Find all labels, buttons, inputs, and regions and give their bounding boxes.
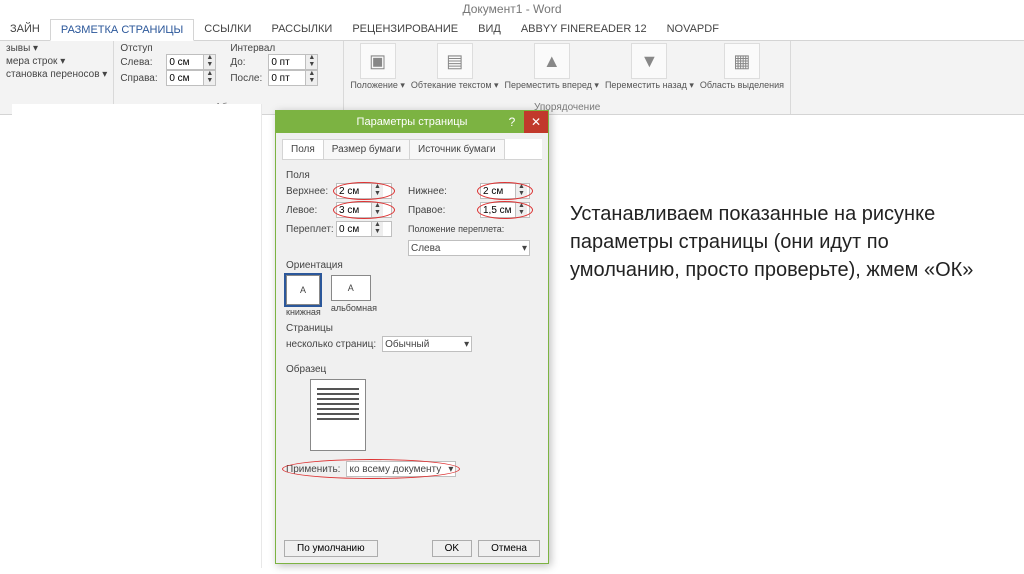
help-icon[interactable]: ? (500, 111, 524, 133)
gutter-input[interactable]: ▲▼ (336, 221, 392, 237)
spacing-after-label: После: (230, 73, 264, 84)
indent-left-label: Слева: (120, 57, 162, 68)
tab-page-layout[interactable]: РАЗМЕТКА СТРАНИЦЫ (50, 19, 194, 41)
default-button[interactable]: По умолчанию (284, 540, 378, 557)
page-setup-dialog: Параметры страницы ? ✕ Поля Размер бумаг… (275, 110, 549, 564)
left-margin-input[interactable]: ▲▼ (336, 202, 392, 218)
preview-icon (310, 379, 366, 451)
tab-abbyy[interactable]: ABBYY FineReader 12 (511, 19, 657, 39)
ribbon-tabs: ЗАЙН РАЗМЕТКА СТРАНИЦЫ ССЫЛКИ РАССЫЛКИ Р… (0, 18, 1024, 41)
dialog-tab-source[interactable]: Источник бумаги (409, 139, 505, 159)
top-margin-input[interactable]: ▲▼ (336, 183, 392, 199)
multipages-label: несколько страниц: (286, 339, 376, 350)
tab-novapdf[interactable]: novaPDF (657, 19, 729, 39)
dialog-tabs: Поля Размер бумаги Источник бумаги (282, 139, 542, 160)
dialog-title-bar: Параметры страницы ? ✕ (276, 111, 548, 133)
right-label: Правое: (408, 205, 478, 216)
line-numbers-menu[interactable]: мера строк ▾ (6, 56, 107, 67)
cancel-button[interactable]: Отмена (478, 540, 540, 557)
right-margin-input[interactable]: ▲▼ (480, 202, 530, 218)
apply-label: Применить: (286, 464, 340, 475)
indent-right-label: Справа: (120, 73, 162, 84)
hyphenation-menu[interactable]: становка переносов ▾ (6, 69, 107, 80)
position-button[interactable]: ▣Положение ▾ (350, 43, 405, 91)
indent-left-input[interactable]: ▲▼ (166, 54, 216, 70)
dialog-tab-margins[interactable]: Поля (282, 139, 324, 159)
tab-mailings[interactable]: РАССЫЛКИ (261, 19, 342, 39)
indent-right-input[interactable]: ▲▼ (166, 70, 216, 86)
multipages-select[interactable]: Обычный▾ (382, 336, 472, 352)
selection-pane-button[interactable]: ▦Область выделения (700, 43, 784, 90)
spacing-before-input[interactable]: ▲▼ (268, 54, 318, 70)
send-backward-button[interactable]: ▼Переместить назад ▾ (605, 43, 694, 91)
bottom-margin-input[interactable]: ▲▼ (480, 183, 530, 199)
fields-section-label: Поля (286, 170, 538, 181)
tab-review[interactable]: РЕЦЕНЗИРОВАНИЕ (342, 19, 468, 39)
gutter-pos-label: Положение переплета: (408, 224, 530, 234)
spacing-label: Интервал (230, 43, 318, 54)
left-label: Левое: (286, 205, 334, 216)
breaks-menu[interactable]: зывы ▾ (6, 43, 107, 54)
close-icon[interactable]: ✕ (524, 111, 548, 133)
dialog-tab-paper[interactable]: Размер бумаги (323, 139, 410, 159)
wrap-text-button[interactable]: ▤Обтекание текстом ▾ (411, 43, 499, 91)
indent-label: Отступ (120, 43, 216, 54)
spacing-before-label: До: (230, 57, 264, 68)
ok-button[interactable]: OK (432, 540, 472, 557)
landscape-icon: A (331, 275, 371, 301)
orientation-label: Ориентация (286, 260, 538, 271)
orientation-landscape[interactable]: A альбомная (331, 275, 377, 317)
tab-view[interactable]: ВИД (468, 19, 511, 39)
document-page (12, 104, 262, 568)
pages-label: Страницы (286, 323, 538, 334)
bring-forward-button[interactable]: ▲Переместить вперед ▾ (505, 43, 599, 91)
top-label: Верхнее: (286, 186, 334, 197)
annotation-text: Устанавливаем показанные на рисунке пара… (570, 200, 990, 284)
gutter-label: Переплет: (286, 224, 334, 235)
group-arrange: ▣Положение ▾ ▤Обтекание текстом ▾ ▲Перем… (344, 41, 791, 114)
apply-select[interactable]: ко всему документу▾ (346, 461, 456, 477)
gutter-pos-select[interactable]: Слева▾ (408, 240, 530, 256)
spacing-after-input[interactable]: ▲▼ (268, 70, 318, 86)
window-title: Документ1 - Word (0, 0, 1024, 18)
preview-label: Образец (286, 364, 538, 375)
tab-design[interactable]: ЗАЙН (0, 19, 50, 39)
portrait-icon: A (286, 275, 320, 305)
dialog-title: Параметры страницы (357, 116, 468, 128)
orientation-portrait[interactable]: A книжная (286, 275, 321, 317)
bottom-label: Нижнее: (408, 186, 478, 197)
tab-references[interactable]: ССЫЛКИ (194, 19, 261, 39)
